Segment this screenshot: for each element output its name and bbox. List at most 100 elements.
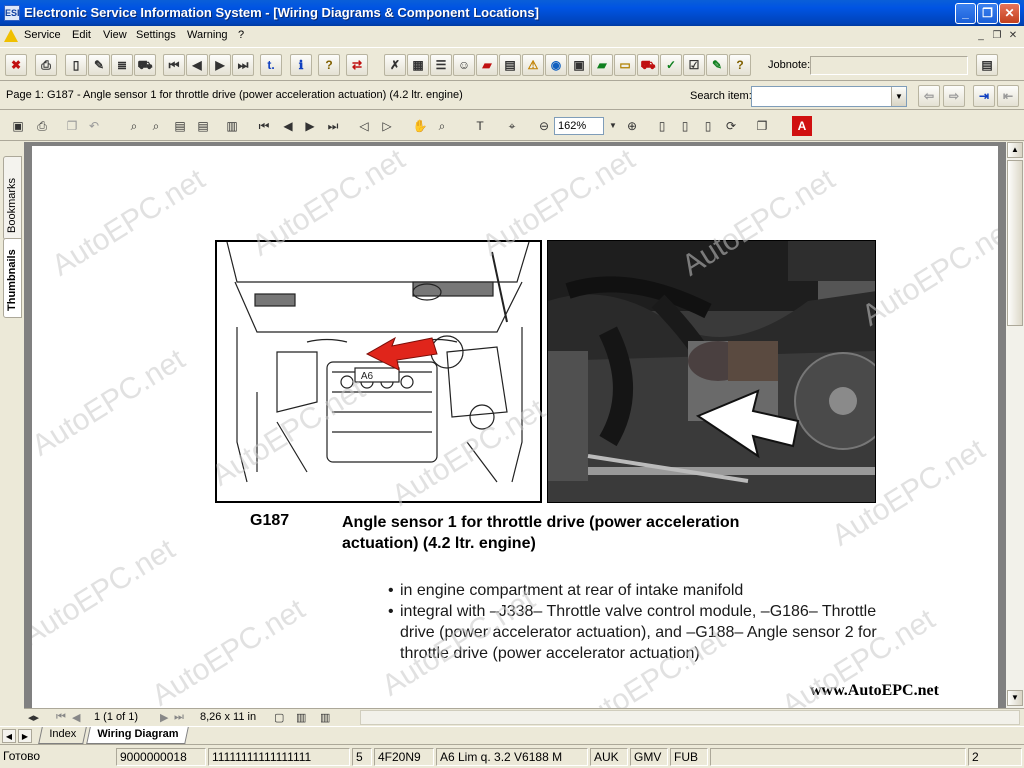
scroll-thumb[interactable] [1007,160,1023,326]
calculator-icon[interactable]: ▦ [407,54,429,76]
indent-icon[interactable]: ⇥ [973,85,995,107]
menu-service[interactable]: Service [24,29,61,41]
zoom-tool-icon[interactable]: ⌕ [432,116,452,136]
list-icon[interactable]: ☰ [430,54,452,76]
fit-width-icon[interactable]: ▯ [698,116,718,136]
split-handle-icon[interactable]: ◂▸ [28,711,39,724]
green-book-icon[interactable]: ▰ [591,54,613,76]
menu-edit[interactable]: Edit [72,29,91,41]
fit-page-icon[interactable]: ▯ [675,116,695,136]
warning-tool-icon[interactable]: ⚠ [522,54,544,76]
jobnote-icon[interactable]: ▤ [976,54,998,76]
search-text-icon[interactable]: ⌕ [146,116,166,136]
chevron-down-icon[interactable]: ▼ [891,87,906,106]
mdi-minimize-button[interactable]: _ [974,29,988,42]
page-layout-icon[interactable]: ❐ [752,116,772,136]
tools-icon[interactable]: ✗ [384,54,406,76]
nav-last-icon[interactable]: ⏭ [174,711,184,724]
website-url[interactable]: www.AutoEPC.net [810,682,939,700]
new-doc-icon[interactable]: ▯ [65,54,87,76]
scroll-down-icon[interactable]: ▼ [1007,690,1023,706]
adobe-icon[interactable]: A [792,116,812,136]
jump-icon[interactable]: t. [260,54,282,76]
help-icon[interactable]: ? [318,54,340,76]
info-icon[interactable]: ℹ [290,54,312,76]
person-icon[interactable]: ☺ [453,54,475,76]
tab-bookmarks[interactable]: Bookmarks [3,156,22,240]
next-page-pdf-icon[interactable]: ▶ [300,116,320,136]
rotate-icon[interactable]: ⟳ [721,116,741,136]
search-prev-icon[interactable]: ⇦ [918,85,940,107]
select-text-icon[interactable]: T [470,116,490,136]
search-input[interactable] [751,86,907,107]
copy-icon[interactable]: ❐ [62,116,82,136]
print-pdf-icon[interactable]: ⎙ [32,116,52,136]
checklist-icon[interactable]: ☑ [683,54,705,76]
pages-panel-icon[interactable]: ▥ [222,116,242,136]
back-icon[interactable]: ◁ [354,116,374,136]
page-left-icon[interactable]: ▤ [170,116,190,136]
undo-icon[interactable]: ↶ [84,116,104,136]
prev-page-pdf-icon[interactable]: ◀ [278,116,298,136]
horizontal-scrollbar[interactable] [360,710,1020,725]
last-page-icon[interactable]: ⏭ [232,54,254,76]
vehicle-icon[interactable]: ⛟ [134,54,156,76]
book-icon[interactable]: ▤ [499,54,521,76]
last-page-pdf-icon[interactable]: ⏭ [323,116,343,136]
tab-scroll-right-icon[interactable]: ▶ [18,729,32,743]
globe-icon[interactable]: ◉ [545,54,567,76]
nav-first-icon[interactable]: ⏮ [56,711,66,724]
save-icon[interactable]: ▣ [8,116,28,136]
mdi-restore-button[interactable]: ❐ [990,29,1004,42]
disk-icon[interactable]: ▣ [568,54,590,76]
first-page-icon[interactable]: ⏮ [163,54,185,76]
print-icon[interactable]: ⎙ [35,54,57,76]
single-page-icon[interactable]: ▢ [274,711,284,724]
zoom-field[interactable]: 162% [554,117,604,135]
minimize-button[interactable]: _ [955,3,976,24]
tab-wiring-diagram[interactable]: Wiring Diagram [86,727,190,744]
next-page-icon[interactable]: ▶ [209,54,231,76]
exit-icon[interactable]: ✖ [5,54,27,76]
close-button[interactable]: ✕ [999,3,1020,24]
page-indicator[interactable]: 1 (1 of 1) [94,711,138,723]
facing-icon[interactable]: ▥ [320,711,330,724]
hand-tool-icon[interactable]: ✋ [410,116,430,136]
scroll-up-icon[interactable]: ▲ [1007,142,1023,158]
prev-page-icon[interactable]: ◀ [186,54,208,76]
first-page-pdf-icon[interactable]: ⏮ [254,116,274,136]
continuous-icon[interactable]: ▥ [296,711,306,724]
help-doc-icon[interactable]: ? [729,54,751,76]
zoom-out-icon[interactable]: ⊖ [534,116,554,136]
outdent-icon[interactable]: ⇤ [997,85,1019,107]
actual-size-icon[interactable]: ▯ [652,116,672,136]
notes-icon[interactable]: ≣ [111,54,133,76]
app-icon[interactable]: ESI [4,5,20,21]
mdi-close-button[interactable]: ✕ [1006,29,1020,42]
nav-prev-icon[interactable]: ◀ [72,711,80,724]
find-icon[interactable]: ⌕ [124,116,144,136]
tab-scroll-left-icon[interactable]: ◀ [2,729,16,743]
forward-icon[interactable]: ▷ [377,116,397,136]
swap-icon[interactable]: ⇄ [346,54,368,76]
tab-index[interactable]: Index [38,727,87,744]
menu-settings[interactable]: Settings [136,29,176,41]
book-red-icon[interactable]: ▰ [476,54,498,76]
menu-help[interactable]: ? [238,29,244,41]
jobnote-field[interactable] [810,56,968,75]
zoom-dropdown-icon[interactable]: ▼ [603,116,623,136]
check-icon[interactable]: ✓ [660,54,682,76]
tab-thumbnails[interactable]: Thumbnails [3,238,22,318]
search-next-icon[interactable]: ⇨ [943,85,965,107]
menu-warning[interactable]: Warning [187,29,228,41]
nav-next-icon[interactable]: ▶ [160,711,168,724]
vertical-scrollbar[interactable]: ▲ ▼ [1006,142,1024,708]
menu-view[interactable]: View [103,29,127,41]
edit-doc-icon[interactable]: ✎ [88,54,110,76]
edit-green-icon[interactable]: ✎ [706,54,728,76]
page-right-icon[interactable]: ▤ [193,116,213,136]
snapshot-icon[interactable]: ⌖ [502,116,522,136]
zoom-in-icon[interactable]: ⊕ [622,116,642,136]
folder-icon[interactable]: ▭ [614,54,636,76]
car-red-icon[interactable]: ⛟ [637,54,659,76]
